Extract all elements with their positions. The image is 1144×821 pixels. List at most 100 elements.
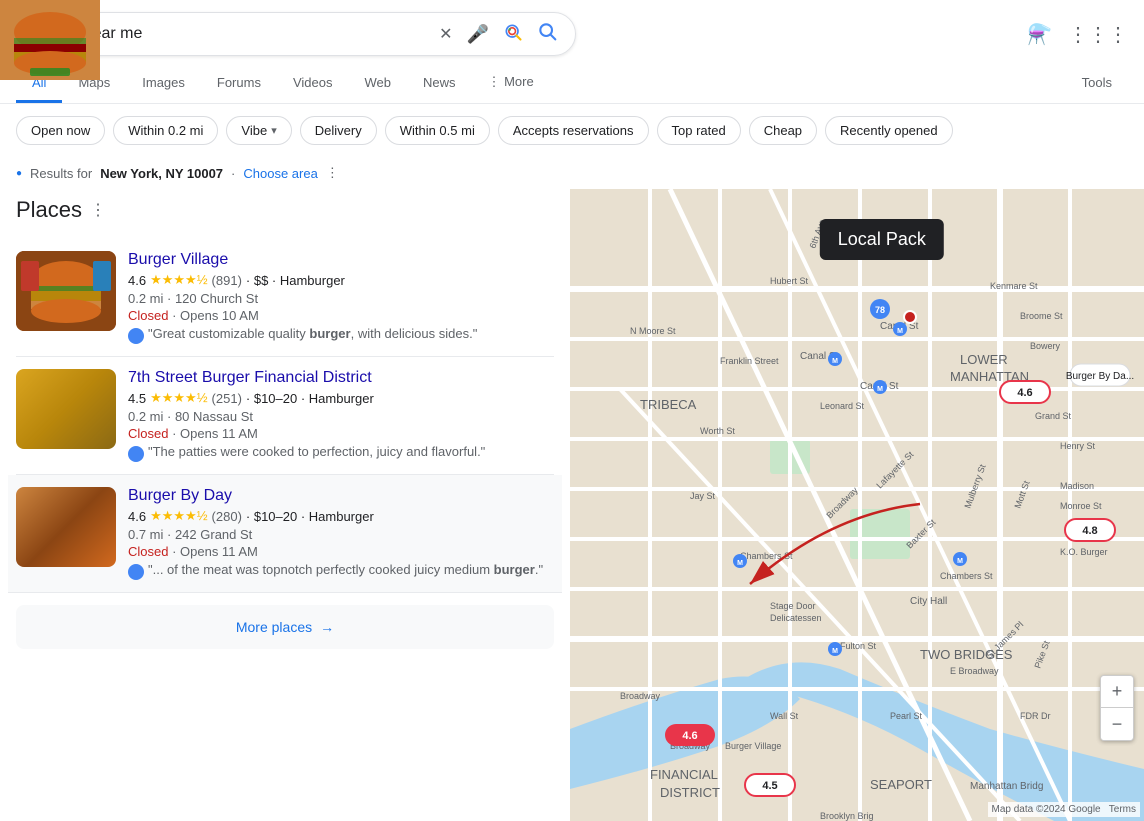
clear-button[interactable]: ✕ [437,24,454,44]
review-avatar [128,564,144,580]
chip-label: Within 0.2 mi [128,123,203,138]
mic-button[interactable]: 🎤 [465,24,491,45]
lens-button[interactable] [501,22,525,47]
svg-text:Chambers St: Chambers St [940,571,993,581]
place-card-7th-street-burger[interactable]: 7th Street Burger Financial District 4.5… [16,357,554,475]
zoom-in-button[interactable]: + [1101,676,1133,708]
svg-text:Delicatessen: Delicatessen [770,613,822,623]
place-review: "... of the meat was topnotch perfectly … [128,562,554,580]
chip-label: Open now [31,123,90,138]
tab-tools[interactable]: Tools [1066,65,1128,103]
place-info-7th-street: 7th Street Burger Financial District 4.5… [128,369,554,462]
chip-open-now[interactable]: Open now [16,116,105,145]
svg-text:Burger Village: Burger Village [725,741,781,751]
place-name[interactable]: Burger By Day [128,487,554,505]
svg-text:Worth St: Worth St [700,426,735,436]
right-icons: ⚗️ ⋮⋮⋮ [1027,22,1128,47]
svg-text:M: M [832,358,838,365]
svg-text:Burger By Da...: Burger By Da... [1066,371,1134,382]
search-bar-area: ✕ 🎤 ⚗️ ⋮⋮⋮ [0,0,1144,56]
svg-text:LOWER: LOWER [960,352,1008,367]
rating-count: (891) [212,273,242,288]
svg-text:DISTRICT: DISTRICT [660,785,720,800]
more-places-label: More places [236,619,312,635]
tab-more[interactable]: ⋮ More [471,64,549,103]
chip-cheap[interactable]: Cheap [749,116,817,145]
places-header: Places ⋮ [16,197,554,223]
filter-chips: Open now Within 0.2 mi Vibe ▾ Delivery W… [0,104,1144,157]
place-review: "The patties were cooked to perfection, … [128,444,554,462]
svg-text:N Moore St: N Moore St [630,326,676,336]
svg-text:Kenmare St: Kenmare St [990,281,1038,291]
search-icons: ✕ 🎤 [437,21,559,47]
svg-text:Madison: Madison [1060,481,1094,491]
chip-within-05[interactable]: Within 0.5 mi [385,116,490,145]
chip-delivery[interactable]: Delivery [300,116,377,145]
chip-label: Recently opened [840,123,938,138]
chip-recently-opened[interactable]: Recently opened [825,116,953,145]
chip-accepts-reservations[interactable]: Accepts reservations [498,116,649,145]
svg-text:K.O. Burger: K.O. Burger [1060,547,1108,557]
svg-text:FINANCIAL: FINANCIAL [650,767,718,782]
place-address: 0.2 mi · 120 Church St [128,291,554,306]
chip-top-rated[interactable]: Top rated [657,116,741,145]
rating-value: 4.6 [128,509,146,524]
chip-label: Within 0.5 mi [400,123,475,138]
choose-area-link[interactable]: Choose area [243,166,317,181]
chip-label: Vibe [241,123,267,138]
place-card-burger-by-day[interactable]: Burger By Day 4.6 ★★★★½ (280) · $10–20 ·… [8,475,562,593]
svg-text:SEAPORT: SEAPORT [870,777,932,792]
tab-web[interactable]: Web [348,65,407,103]
svg-text:78: 78 [875,305,885,315]
place-name[interactable]: Burger Village [128,251,554,269]
place-status: Closed · Opens 10 AM [128,308,554,323]
place-name[interactable]: 7th Street Burger Financial District [128,369,554,387]
arrow-right-icon: → [320,619,334,635]
svg-text:Leonard St: Leonard St [820,401,865,411]
svg-text:Grand St: Grand St [1035,411,1072,421]
svg-text:4.8: 4.8 [1082,525,1097,537]
results-location: New York, NY 10007 [100,166,223,181]
place-status: Closed · Opens 11 AM [128,426,554,441]
svg-text:M: M [737,560,743,567]
place-card-burger-village[interactable]: Burger Village 4.6 ★★★★½ (891) · $$ · Ha… [16,239,554,357]
map-svg: Hubert St N Moore St Franklin Street Wor… [570,189,1144,821]
chip-within-02[interactable]: Within 0.2 mi [113,116,218,145]
tab-videos[interactable]: Videos [277,65,349,103]
rating-count: (280) [212,509,242,524]
svg-text:City Hall: City Hall [910,596,947,607]
map-container[interactable]: Hubert St N Moore St Franklin Street Wor… [570,189,1144,821]
svg-text:4.6: 4.6 [682,730,697,742]
places-menu-icon[interactable]: ⋮ [90,200,106,220]
svg-text:Stage Door: Stage Door [770,601,816,611]
svg-text:Chambers St: Chambers St [740,551,793,561]
chip-label: Cheap [764,123,802,138]
review-text: "The patties were cooked to perfection, … [148,444,485,459]
place-address: 0.7 mi · 242 Grand St [128,527,554,542]
search-button[interactable] [535,21,559,47]
svg-text:Wall St: Wall St [770,711,799,721]
svg-text:Pearl St: Pearl St [890,711,923,721]
lab-icon[interactable]: ⚗️ [1027,22,1052,47]
place-info-burger-village: Burger Village 4.6 ★★★★½ (891) · $$ · Ha… [128,251,554,344]
svg-text:Henry St: Henry St [1060,441,1096,451]
place-image-7th-street [16,369,116,449]
zoom-out-button[interactable]: − [1101,708,1133,740]
more-places-button[interactable]: More places → [16,605,554,649]
places-title: Places [16,197,82,223]
tab-forums[interactable]: Forums [201,65,277,103]
apps-icon[interactable]: ⋮⋮⋮ [1068,22,1128,47]
tab-images[interactable]: Images [126,65,201,103]
svg-text:Manhattan Bridg: Manhattan Bridg [970,781,1043,792]
place-info-burger-by-day: Burger By Day 4.6 ★★★★½ (280) · $10–20 ·… [128,487,554,580]
svg-text:4.6: 4.6 [1017,387,1032,399]
main-layout: Places ⋮ Burger Village [0,189,1144,821]
svg-text:M: M [877,386,883,393]
svg-text:Fulton St: Fulton St [840,641,877,651]
star-rating: ★★★★½ [150,508,207,524]
chip-vibe[interactable]: Vibe ▾ [226,116,291,145]
review-text: "... of the meat was topnotch perfectly … [148,562,543,577]
svg-text:Broadway: Broadway [620,691,661,701]
more-options-icon[interactable]: ⋮ [326,165,339,181]
tab-news[interactable]: News [407,65,472,103]
